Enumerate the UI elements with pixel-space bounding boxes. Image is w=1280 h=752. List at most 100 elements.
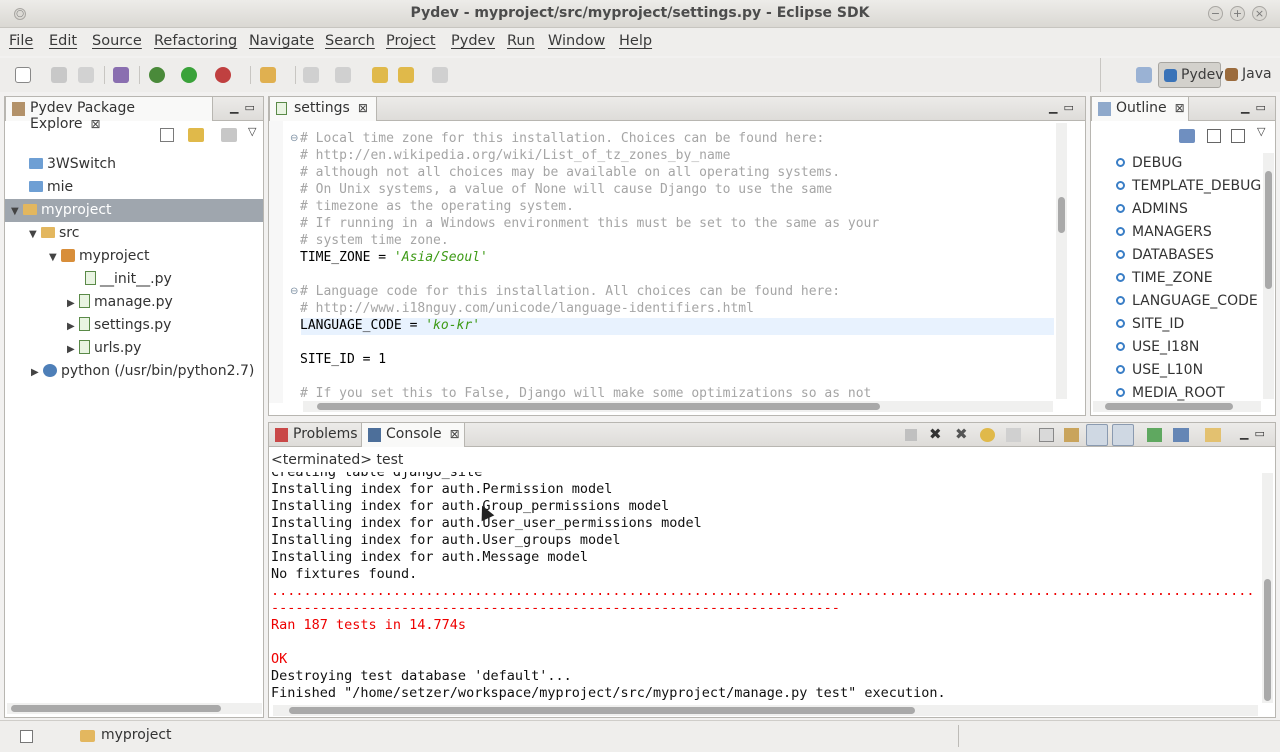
- code-line[interactable]: # If you set this to False, Django will …: [300, 385, 871, 402]
- outline-item[interactable]: SITE_ID: [1116, 313, 1184, 336]
- code-line[interactable]: # If running in a Windows environment th…: [300, 215, 879, 232]
- outline-item[interactable]: DEBUG: [1116, 152, 1182, 175]
- scroll-thumb[interactable]: [1058, 197, 1065, 233]
- scroll-thumb[interactable]: [1265, 171, 1272, 289]
- tree-item-package-myproject[interactable]: ▼ myproject: [49, 245, 150, 268]
- menu-refactoring[interactable]: Refactoring: [154, 33, 237, 49]
- close-window-button[interactable]: ×: [1252, 6, 1267, 21]
- new-file-icon[interactable]: [15, 67, 31, 83]
- show-console-on-stdout-icon[interactable]: [1086, 424, 1108, 446]
- filter-icon[interactable]: [221, 128, 237, 142]
- code-line[interactable]: # On Unix systems, a value of None will …: [300, 181, 832, 198]
- close-icon[interactable]: ⊠: [91, 117, 101, 131]
- outline-item[interactable]: USE_L10N: [1116, 359, 1203, 382]
- fold-toggle-icon[interactable]: ⊖: [290, 286, 298, 297]
- collapse-all-icon[interactable]: [1207, 129, 1221, 143]
- explorer-horizontal-scrollbar[interactable]: [7, 703, 262, 714]
- view-minmax-controls[interactable]: ▁▭: [230, 101, 261, 114]
- tree-item-mie[interactable]: mie: [29, 176, 73, 199]
- tree-item-manage-py[interactable]: ▶ manage.py: [67, 291, 173, 314]
- outline-item[interactable]: ADMINS: [1116, 198, 1188, 221]
- expand-arrow-icon[interactable]: ▶: [67, 292, 79, 315]
- save-icon[interactable]: [51, 67, 67, 83]
- scroll-thumb[interactable]: [11, 705, 221, 712]
- expand-arrow-icon[interactable]: ▼: [29, 223, 41, 246]
- menu-project[interactable]: Project: [386, 33, 436, 49]
- console-horizontal-scrollbar[interactable]: [273, 705, 1258, 716]
- expand-arrow-icon[interactable]: ▶: [67, 315, 79, 338]
- code-line[interactable]: # although not all choices may be availa…: [300, 164, 840, 181]
- back-icon[interactable]: [398, 67, 414, 83]
- editor-vertical-scrollbar[interactable]: [1056, 123, 1067, 399]
- outline-item[interactable]: DATABASES: [1116, 244, 1214, 267]
- terminate-icon[interactable]: [905, 429, 917, 441]
- collapse-all-icon[interactable]: [160, 128, 174, 142]
- run-icon[interactable]: [181, 67, 197, 83]
- close-icon[interactable]: ⊠: [358, 101, 368, 115]
- perspective-pydev[interactable]: Pydev: [1158, 62, 1224, 88]
- open-perspective-button-icon[interactable]: [1136, 67, 1152, 83]
- open-console-icon[interactable]: [1147, 428, 1162, 442]
- link-with-editor-icon[interactable]: [188, 128, 204, 142]
- close-icon[interactable]: ⊠: [1175, 101, 1185, 115]
- sort-alphabetically-icon[interactable]: [1179, 129, 1195, 143]
- expand-arrow-icon[interactable]: ▶: [67, 338, 79, 361]
- view-minmax-controls[interactable]: ▁▭: [1241, 101, 1272, 114]
- remove-all-launches-icon[interactable]: ✖: [955, 425, 968, 443]
- tab-outline[interactable]: Outline ⊠: [1091, 97, 1189, 121]
- search-icon[interactable]: [260, 67, 276, 83]
- tab-problems[interactable]: Problems: [269, 423, 361, 447]
- scroll-lock-icon[interactable]: [1006, 428, 1021, 442]
- external-tools-icon[interactable]: [215, 67, 231, 83]
- tree-item-python-interpreter[interactable]: ▶ python (/usr/bin/python2.7): [31, 360, 254, 383]
- menu-edit[interactable]: Edit: [49, 33, 77, 49]
- outline-item[interactable]: TEMPLATE_DEBUG: [1116, 175, 1261, 198]
- minimize-window-button[interactable]: −: [1208, 6, 1223, 21]
- code-line[interactable]: # Local time zone for this installation.…: [300, 130, 824, 147]
- code-line[interactable]: SITE_ID = 1: [300, 351, 386, 368]
- display-selected-console-icon[interactable]: [1173, 428, 1189, 442]
- tab-package-explorer[interactable]: Pydev Package Explore ⊠: [5, 97, 213, 132]
- expand-all-icon[interactable]: [1231, 129, 1245, 143]
- editor-horizontal-scrollbar[interactable]: [303, 401, 1053, 412]
- menu-pydev[interactable]: Pydev: [451, 33, 495, 49]
- outline-item[interactable]: USE_I18N: [1116, 336, 1199, 359]
- code-line[interactable]: LANGUAGE_CODE = 'ko-kr': [300, 317, 480, 334]
- tree-item-settings-py[interactable]: ▶ settings.py: [67, 314, 171, 337]
- menu-navigate[interactable]: Navigate: [249, 33, 314, 49]
- menu-run[interactable]: Run: [507, 33, 535, 49]
- tab-console[interactable]: Console ⊠: [361, 423, 465, 447]
- debug-icon[interactable]: [149, 67, 165, 83]
- expand-arrow-icon[interactable]: ▶: [31, 361, 43, 384]
- outline-item[interactable]: MANAGERS: [1116, 221, 1212, 244]
- print-icon[interactable]: [78, 67, 94, 83]
- menu-search[interactable]: Search: [325, 33, 375, 49]
- word-wrap-icon[interactable]: [1064, 428, 1079, 442]
- scroll-thumb[interactable]: [1264, 579, 1271, 701]
- clear-console-icon[interactable]: [980, 428, 995, 442]
- code-line[interactable]: # http://www.i18nguy.com/unicode/languag…: [300, 300, 754, 317]
- menu-file[interactable]: File: [9, 33, 33, 49]
- maximize-window-button[interactable]: +: [1230, 6, 1245, 21]
- remove-launch-icon[interactable]: ✖: [929, 425, 942, 443]
- tree-item-3wswitch[interactable]: 3WSwitch: [29, 153, 116, 176]
- outline-item[interactable]: LANGUAGE_CODE: [1116, 290, 1258, 313]
- view-menu-chevron-down-icon[interactable]: ▽: [1257, 125, 1265, 138]
- code-line[interactable]: # http://en.wikipedia.org/wiki/List_of_t…: [300, 147, 730, 164]
- tree-item-urls-py[interactable]: ▶ urls.py: [67, 337, 141, 360]
- forward-icon[interactable]: [432, 67, 448, 83]
- menu-source[interactable]: Source: [92, 33, 142, 49]
- menu-help[interactable]: Help: [619, 33, 652, 49]
- tree-item-src[interactable]: ▼ src: [29, 222, 79, 245]
- last-edit-location-icon[interactable]: [372, 67, 388, 83]
- view-menu-chevron-down-icon[interactable]: ▽: [248, 125, 256, 138]
- tree-item-myproject[interactable]: ▼ myproject: [5, 199, 263, 222]
- previous-annotation-icon[interactable]: [335, 67, 351, 83]
- expand-arrow-icon[interactable]: ▼: [11, 200, 23, 223]
- close-icon[interactable]: ⊠: [450, 427, 460, 441]
- scroll-thumb[interactable]: [289, 707, 915, 714]
- fast-view-icon[interactable]: [20, 730, 33, 743]
- menu-window[interactable]: Window: [548, 33, 605, 49]
- tab-settings-editor[interactable]: settings ⊠: [269, 97, 377, 121]
- code-line[interactable]: TIME_ZONE = 'Asia/Seoul': [300, 249, 488, 266]
